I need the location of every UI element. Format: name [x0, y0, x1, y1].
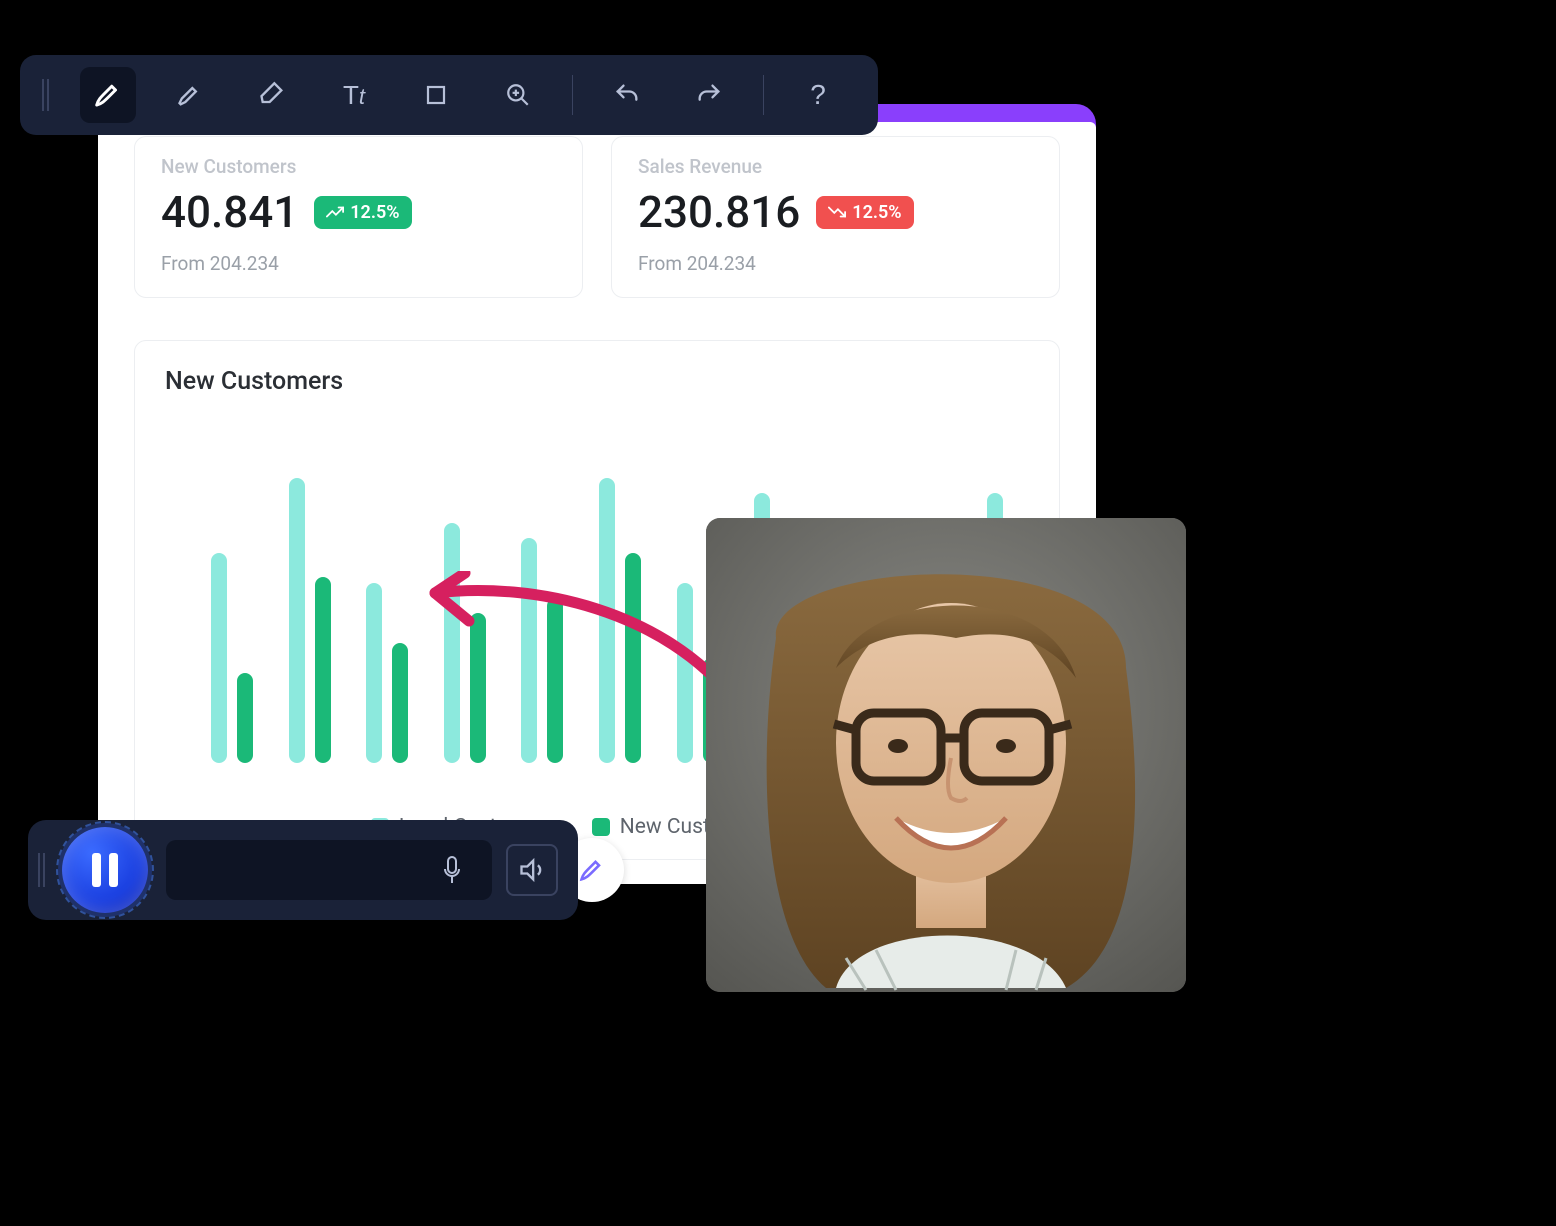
pause-icon: [92, 853, 118, 887]
eraser-icon: [258, 81, 286, 109]
drag-handle[interactable]: [42, 79, 50, 111]
recording-bar: [28, 820, 578, 920]
bar-loyal: [366, 583, 382, 763]
highlighter-tool-button[interactable]: [162, 67, 218, 123]
bar-group: [521, 538, 563, 763]
pen-tool-button[interactable]: [80, 67, 136, 123]
zoom-tool-button[interactable]: [490, 67, 546, 123]
webcam-overlay[interactable]: [706, 518, 1186, 992]
annotation-toolbar: Tt ?: [20, 55, 878, 135]
trend-value: 12.5%: [852, 202, 901, 223]
pen-icon: [93, 80, 123, 110]
highlighter-icon: [176, 81, 204, 109]
bar-loyal: [444, 523, 460, 763]
card-value: 40.841: [161, 186, 298, 238]
undo-button[interactable]: [599, 67, 655, 123]
pause-button[interactable]: [62, 827, 148, 913]
help-button[interactable]: ?: [790, 67, 846, 123]
bar-group: [599, 478, 641, 763]
chart-title: New Customers: [165, 367, 1029, 396]
bar-group: [211, 553, 253, 763]
bar-new: [392, 643, 408, 763]
speaker-button[interactable]: [506, 844, 558, 896]
bar-group: [289, 478, 331, 763]
help-icon: ?: [810, 79, 826, 111]
bar-group: [366, 583, 408, 763]
bar-group: [444, 523, 486, 763]
trend-up-icon: [326, 206, 344, 218]
bar-loyal: [211, 553, 227, 763]
bar-loyal: [677, 583, 693, 763]
zoom-in-icon: [505, 82, 531, 108]
mic-button[interactable]: [426, 844, 478, 896]
legend-swatch: [592, 818, 610, 836]
trend-badge-up: 12.5%: [314, 196, 411, 229]
redo-icon: [695, 81, 723, 109]
trend-value: 12.5%: [350, 202, 399, 223]
card-label: Sales Revenue: [638, 155, 1033, 178]
trend-down-icon: [828, 206, 846, 218]
card-from: From 204.234: [638, 252, 1033, 275]
card-from: From 204.234: [161, 252, 556, 275]
redo-button[interactable]: [681, 67, 737, 123]
shape-tool-button[interactable]: [408, 67, 464, 123]
new-customers-card: New Customers 40.841 12.5% From 204.234: [134, 136, 583, 298]
trend-badge-down: 12.5%: [816, 196, 913, 229]
undo-icon: [613, 81, 641, 109]
microphone-icon: [440, 855, 464, 885]
toolbar-divider: [572, 75, 573, 115]
bar-new: [470, 613, 486, 763]
audio-level-display: [166, 840, 492, 900]
bar-loyal: [289, 478, 305, 763]
rectangle-icon: [424, 83, 448, 107]
webcam-portrait: [706, 518, 1186, 992]
bar-new: [315, 577, 331, 763]
sales-revenue-card: Sales Revenue 230.816 12.5% From 204.234: [611, 136, 1060, 298]
drag-handle[interactable]: [38, 853, 46, 887]
eraser-tool-button[interactable]: [244, 67, 300, 123]
bar-new: [625, 553, 641, 763]
text-icon: Tt: [343, 80, 365, 111]
bar-loyal: [521, 538, 537, 763]
bar-new: [547, 598, 563, 763]
pen-icon: [578, 856, 606, 884]
text-tool-button[interactable]: Tt: [326, 67, 382, 123]
bar-loyal: [599, 478, 615, 763]
speaker-icon: [518, 856, 546, 884]
bar-new: [237, 673, 253, 763]
toolbar-divider: [763, 75, 764, 115]
card-value: 230.816: [638, 186, 800, 238]
card-label: New Customers: [161, 155, 556, 178]
